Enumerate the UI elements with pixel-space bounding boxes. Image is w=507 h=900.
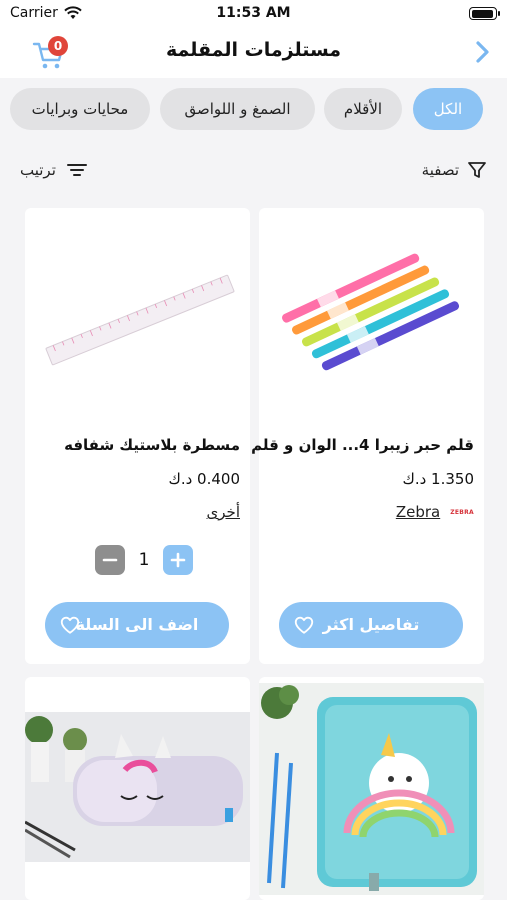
screen: Carrier 11:53 AM 0 مستلزمات المقلمة الكل xyxy=(0,0,507,900)
brand-name[interactable]: Zebra xyxy=(396,503,440,521)
chip-glue[interactable]: الصمغ و اللواصق xyxy=(160,88,315,130)
add-to-cart-button[interactable]: اضف الى السلة xyxy=(45,602,229,648)
brand-link[interactable]: أخرى xyxy=(207,502,240,522)
category-chips: الكل الأقلام الصمغ و اللواصق محايات وبرا… xyxy=(0,88,507,132)
filter-button[interactable]: تصفية xyxy=(422,158,487,182)
minus-icon xyxy=(102,558,118,562)
details-button[interactable]: تفاصيل اكثر xyxy=(279,602,463,648)
quantity-value: 1 xyxy=(138,550,150,570)
filter-icon xyxy=(468,162,486,178)
product-card[interactable] xyxy=(259,677,484,900)
chip-erasers[interactable]: محايات وبرايات xyxy=(10,88,150,130)
filter-label: تصفية xyxy=(421,161,459,179)
back-arrow-icon[interactable] xyxy=(471,38,495,66)
product-card[interactable]: قلم حبر زيبرا 4... الوان و قلم 1.350 د.ك… xyxy=(251,208,484,664)
heart-icon[interactable] xyxy=(59,614,81,636)
brand-logo: ZEBRA xyxy=(450,508,474,516)
status-bar: Carrier 11:53 AM xyxy=(0,0,507,28)
product-image-pencil-case[interactable] xyxy=(259,683,484,895)
heart-icon[interactable] xyxy=(293,614,315,636)
product-name[interactable]: مسطرة بلاستيك شفافه xyxy=(64,436,240,454)
product-name[interactable]: قلم حبر زيبرا 4... الوان و قلم xyxy=(251,436,474,454)
product-card[interactable]: مسطرة بلاستيك شفافه 0.400 د.ك أخرى 1 اضف… xyxy=(25,208,250,664)
sort-label: ترتيب xyxy=(20,161,56,179)
product-image-pens[interactable] xyxy=(259,208,484,398)
product-image-ruler[interactable] xyxy=(25,208,250,398)
sort-button[interactable]: ترتيب xyxy=(20,158,88,182)
quantity-stepper: 1 xyxy=(95,545,193,575)
brand-name[interactable]: أخرى xyxy=(207,503,240,521)
nav-header: 0 مستلزمات المقلمة xyxy=(0,28,507,78)
sort-icon xyxy=(66,164,87,176)
page-title: مستلزمات المقلمة xyxy=(165,39,342,61)
product-image-pouch[interactable] xyxy=(25,712,250,862)
chip-all[interactable]: الكل xyxy=(413,88,483,130)
quantity-decrease-button[interactable] xyxy=(95,545,125,575)
quantity-increase-button[interactable] xyxy=(163,545,193,575)
product-price: 0.400 د.ك xyxy=(168,470,240,488)
clock: 11:53 AM xyxy=(216,5,291,21)
product-card[interactable] xyxy=(25,677,250,900)
chip-pens[interactable]: الأقلام xyxy=(324,88,402,130)
battery-icon xyxy=(469,7,500,20)
brand-link[interactable]: Zebra ZEBRA xyxy=(396,502,474,522)
product-price: 1.350 د.ك xyxy=(402,470,474,488)
plus-icon xyxy=(170,552,186,568)
